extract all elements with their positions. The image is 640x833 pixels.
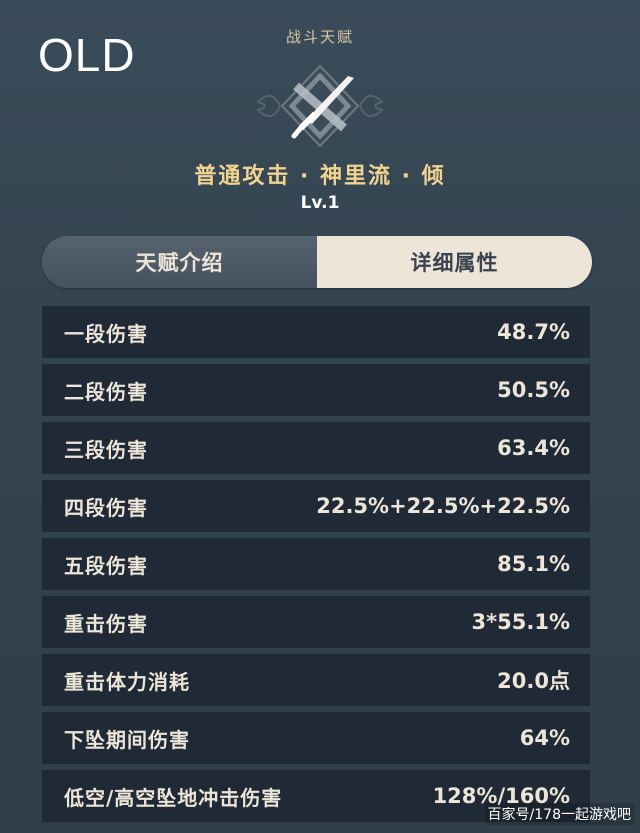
attribute-name: 重击伤害 xyxy=(64,611,148,636)
watermark: 百家号/178一起游戏吧 xyxy=(484,803,634,825)
attribute-row: 重击体力消耗 20.0点 xyxy=(42,654,590,706)
attribute-name: 五段伤害 xyxy=(64,553,148,578)
sword-emblem-icon xyxy=(256,64,384,148)
attribute-row: 四段伤害 22.5%+22.5%+22.5% xyxy=(42,480,590,532)
attribute-row: 五段伤害 85.1% xyxy=(42,538,590,590)
attribute-row: 重击伤害 3*55.1% xyxy=(42,596,590,648)
attribute-name: 重击体力消耗 xyxy=(64,669,190,694)
talent-level: Lv.1 xyxy=(300,193,340,213)
attribute-row: 下坠期间伤害 64% xyxy=(42,712,590,764)
talent-name: 普通攻击 · 神里流 · 倾 xyxy=(194,164,446,189)
attribute-name: 下坠期间伤害 xyxy=(64,727,190,752)
attribute-name: 二段伤害 xyxy=(64,379,148,404)
attribute-value: 48.7% xyxy=(497,320,570,344)
tab-detailed-attributes[interactable]: 详细属性 xyxy=(317,236,592,288)
attribute-row: 三段伤害 63.4% xyxy=(42,422,590,474)
attribute-value: 3*55.1% xyxy=(471,610,570,634)
tab-bar: 天赋介绍 详细属性 xyxy=(42,236,592,288)
attribute-row: 二段伤害 50.5% xyxy=(42,364,590,416)
section-title: 战斗天赋 xyxy=(285,28,354,46)
attribute-value: 20.0点 xyxy=(497,669,570,693)
attribute-row: 一段伤害 48.7% xyxy=(42,306,590,358)
attribute-list: 一段伤害 48.7% 二段伤害 50.5% 三段伤害 63.4% 四段伤害 22… xyxy=(42,306,590,828)
attribute-name: 三段伤害 xyxy=(64,437,148,462)
attribute-name: 一段伤害 xyxy=(64,321,148,346)
attribute-value: 63.4% xyxy=(497,436,570,460)
attribute-value: 85.1% xyxy=(497,552,570,576)
tab-talent-intro[interactable]: 天赋介绍 xyxy=(42,236,317,288)
attribute-value: 64% xyxy=(519,726,570,750)
attribute-name: 低空/高空坠地冲击伤害 xyxy=(64,785,283,810)
attribute-value: 50.5% xyxy=(497,378,570,402)
attribute-name: 四段伤害 xyxy=(64,495,148,520)
attribute-value: 22.5%+22.5%+22.5% xyxy=(316,494,570,518)
